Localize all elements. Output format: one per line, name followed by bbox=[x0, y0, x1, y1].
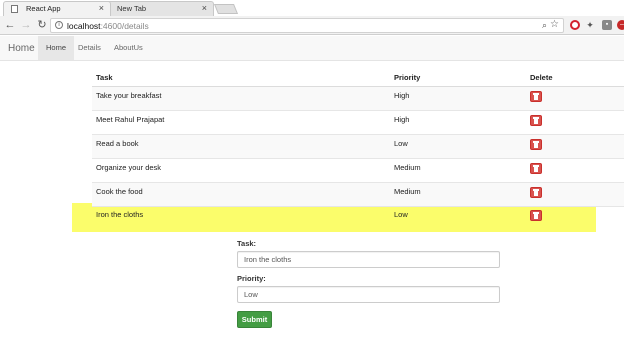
close-icon[interactable]: × bbox=[202, 2, 207, 15]
tab-label: New Tab bbox=[117, 4, 147, 13]
priority-cell: High bbox=[394, 115, 410, 124]
task-form: Task: Priority: Submit bbox=[237, 238, 501, 328]
tab-label: React App bbox=[26, 4, 61, 13]
header-task: Task bbox=[96, 73, 113, 82]
table-header: Task Priority Delete bbox=[92, 68, 624, 87]
priority-cell: Low bbox=[394, 210, 408, 219]
task-cell: Take your breakfast bbox=[96, 91, 162, 100]
delete-icon[interactable] bbox=[530, 139, 542, 150]
reload-icon[interactable]: ↻ bbox=[35, 18, 49, 32]
table-row: Organize your desk Medium bbox=[92, 159, 624, 183]
delete-icon[interactable] bbox=[530, 115, 542, 126]
priority-label: Priority: bbox=[237, 274, 266, 283]
extension-icon[interactable]: ▪ bbox=[602, 20, 612, 30]
extension-icon[interactable]: – bbox=[617, 20, 624, 30]
task-table: Task Priority Delete Take your breakfast… bbox=[92, 68, 624, 207]
table-row: Take your breakfast High bbox=[92, 87, 624, 111]
task-input[interactable] bbox=[237, 251, 500, 268]
priority-input[interactable] bbox=[237, 286, 500, 303]
nav-item-home[interactable]: Home bbox=[38, 36, 75, 60]
delete-icon[interactable] bbox=[530, 210, 542, 221]
priority-cell: Low bbox=[394, 139, 408, 148]
star-icon[interactable]: ☆ bbox=[550, 19, 559, 30]
delete-icon[interactable] bbox=[530, 163, 542, 174]
task-cell: Read a book bbox=[96, 139, 139, 148]
address-bar[interactable]: i localhost:4600/details ⌕ ☆ bbox=[50, 18, 564, 33]
task-label: Task: bbox=[237, 239, 257, 248]
table-row: Cook the food Medium bbox=[92, 183, 624, 207]
browser-tabstrip: React App × New Tab × bbox=[0, 0, 624, 16]
browser-toolbar: ← → ↻ i localhost:4600/details ⌕ ☆ ✦ ▪ – bbox=[0, 16, 624, 35]
zoom-icon[interactable]: ⌕ bbox=[542, 20, 547, 31]
priority-cell: Medium bbox=[394, 163, 421, 172]
extension-icon[interactable]: ✦ bbox=[585, 20, 595, 30]
priority-cell: Medium bbox=[394, 187, 421, 196]
table-row: Meet Rahul Prajapat High bbox=[92, 111, 624, 135]
task-cell: Cook the food bbox=[96, 187, 143, 196]
forward-arrow-icon[interactable]: → bbox=[19, 18, 33, 32]
opera-icon[interactable] bbox=[570, 20, 580, 30]
header-priority: Priority bbox=[394, 73, 421, 82]
url-text: localhost:4600/details bbox=[67, 21, 149, 31]
task-cell: Organize your desk bbox=[96, 163, 162, 172]
delete-icon[interactable] bbox=[530, 91, 542, 102]
table-row: Read a book Low bbox=[92, 135, 624, 159]
header-delete: Delete bbox=[530, 73, 553, 82]
navbar-brand[interactable]: Home bbox=[8, 36, 35, 61]
priority-cell: High bbox=[394, 91, 410, 100]
page-icon bbox=[11, 5, 18, 13]
delete-icon[interactable] bbox=[530, 187, 542, 198]
task-cell: Iron the cloths bbox=[96, 210, 144, 219]
tab-react-app[interactable]: React App × bbox=[3, 1, 111, 16]
nav-item-aboutus[interactable]: AboutUs bbox=[106, 36, 151, 60]
task-cell: Meet Rahul Prajapat bbox=[96, 115, 165, 124]
new-tab-button[interactable] bbox=[213, 4, 239, 14]
back-arrow-icon[interactable]: ← bbox=[3, 18, 17, 32]
app-navbar: Home Home Details AboutUs bbox=[0, 36, 624, 61]
nav-item-details[interactable]: Details bbox=[70, 36, 109, 60]
tab-new-tab[interactable]: New Tab × bbox=[106, 1, 214, 16]
table-row: Iron the cloths Low bbox=[92, 206, 624, 226]
info-icon[interactable]: i bbox=[55, 21, 63, 29]
submit-button[interactable]: Submit bbox=[237, 311, 272, 328]
close-icon[interactable]: × bbox=[99, 2, 104, 15]
